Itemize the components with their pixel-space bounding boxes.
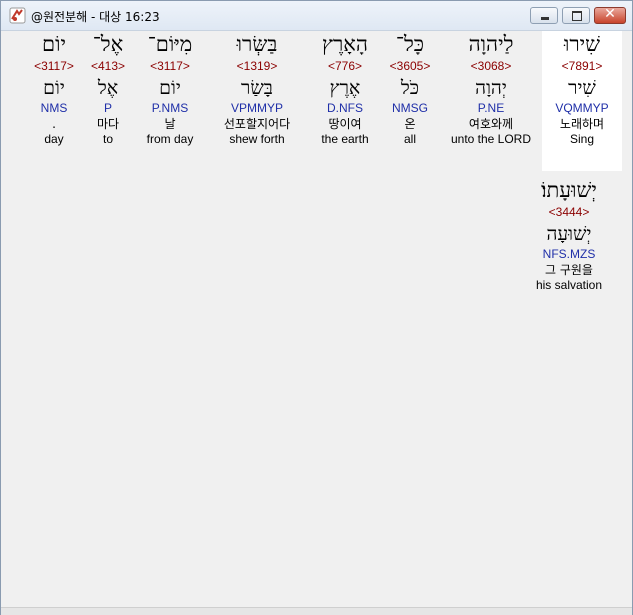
- lemma-word: בָּשַׂר: [241, 77, 273, 99]
- word-cell[interactable]: יוֹם <3117> יוֹם NMS . day: [30, 31, 78, 147]
- english-gloss: all: [403, 132, 416, 146]
- word-cell[interactable]: שִׁירוּ <7891> שִׁיר VQMMYP 노래하며 Sing: [542, 31, 622, 171]
- english-gloss: from day: [146, 132, 194, 146]
- english-gloss: to: [102, 132, 113, 146]
- morphology-code: NMSG: [392, 101, 428, 115]
- english-gloss: Sing: [569, 132, 595, 146]
- korean-gloss: 마다: [96, 117, 120, 131]
- morphology-code: VPMMYP: [230, 101, 283, 115]
- hebrew-word: מִיּוֹם־: [147, 32, 193, 56]
- korean-gloss: 여호와께: [468, 117, 514, 131]
- strong-number[interactable]: <1319>: [208, 59, 306, 77]
- english-gloss: his salvation: [535, 278, 603, 292]
- korean-gloss: 노래하며: [559, 117, 605, 131]
- word-cell[interactable]: אֶל־ <413> אֶל P 마다 to: [87, 31, 129, 147]
- english-gloss: shew forth: [229, 132, 285, 146]
- english-gloss: the earth: [321, 132, 369, 146]
- word-cell[interactable]: יְשׁוּעָתוֹ׃ <3444> יְשׁוּעָה NFS.MZS 그 …: [526, 177, 612, 293]
- maximize-button[interactable]: [562, 7, 590, 24]
- hebrew-word: אֶל־: [92, 32, 124, 56]
- morphology-code: P.NMS: [151, 101, 189, 115]
- strong-number[interactable]: <3605>: [382, 59, 438, 77]
- korean-gloss: .: [52, 117, 56, 131]
- korean-gloss: 그 구원을: [545, 263, 593, 277]
- window-bottom-border: [1, 607, 632, 615]
- hebrew-word: יוֹם: [42, 32, 66, 56]
- minimize-icon: [541, 17, 549, 20]
- title-bar[interactable]: @원전분해 - 대상 16:23 ✕: [1, 1, 632, 31]
- hebrew-word: שִׁירוּ: [563, 32, 601, 56]
- morphology-code: D.NFS: [327, 101, 363, 115]
- strong-number[interactable]: <3117>: [140, 59, 200, 77]
- app-icon: [9, 7, 26, 24]
- korean-gloss: 선포할지어다: [223, 117, 291, 131]
- korean-gloss: 땅이여: [328, 117, 362, 131]
- hebrew-word: כָּל־: [395, 32, 425, 56]
- word-cell[interactable]: מִיּוֹם־ <3117> יוֹם P.NMS 날 from day: [140, 31, 200, 147]
- hebrew-word: הָאָרֶץ: [322, 32, 368, 56]
- minimize-button[interactable]: [530, 7, 558, 24]
- app-window: @원전분해 - 대상 16:23 ✕ שִׁירוּ <7891> שִׁיר …: [0, 0, 633, 615]
- strong-number[interactable]: <3117>: [30, 59, 78, 77]
- morphology-code: P: [103, 101, 112, 115]
- lemma-word: יְשׁוּעָה: [546, 223, 592, 245]
- morphology-code: NFS.MZS: [542, 247, 596, 261]
- morphology-code: P.NE: [477, 101, 505, 115]
- lemma-word: יוֹם: [43, 77, 65, 99]
- close-icon: ✕: [604, 6, 616, 22]
- lemma-word: אֶרֶץ: [329, 77, 361, 99]
- word-cell[interactable]: כָּל־ <3605> כֹּל NMSG 온 all: [382, 31, 438, 147]
- lemma-word: יְהוָה: [475, 77, 507, 99]
- korean-gloss: 날: [164, 117, 176, 131]
- hebrew-word: יְשׁוּעָתוֹ׃: [541, 178, 597, 202]
- strong-number[interactable]: <413>: [87, 59, 129, 77]
- lemma-word: אֶל: [97, 77, 119, 99]
- lemma-word: יוֹם: [159, 77, 181, 99]
- word-cell[interactable]: הָאָרֶץ <776> אֶרֶץ D.NFS 땅이여 the earth: [311, 31, 379, 147]
- korean-gloss: 온: [404, 117, 416, 131]
- maximize-icon: [572, 11, 582, 21]
- strong-number[interactable]: <3068>: [442, 59, 540, 77]
- word-cell[interactable]: בַּשְּׂרוּ <1319> בָּשַׂר VPMMYP 선포할지어다 …: [208, 31, 306, 147]
- window-title: @원전분해 - 대상 16:23: [31, 10, 160, 24]
- strong-number[interactable]: <7891>: [542, 59, 622, 77]
- lemma-word: שִׁיר: [568, 77, 596, 99]
- morphology-code: NMS: [40, 101, 68, 115]
- close-button[interactable]: ✕: [594, 6, 626, 24]
- strong-number[interactable]: <3444>: [526, 205, 612, 223]
- hebrew-word: בַּשְּׂרוּ: [236, 32, 278, 56]
- lemma-word: כֹּל: [400, 77, 420, 99]
- strong-number[interactable]: <776>: [311, 59, 379, 77]
- english-gloss: day: [44, 132, 64, 146]
- word-cell[interactable]: לַיהוָה <3068> יְהוָה P.NE 여호와께 unto the…: [442, 31, 540, 147]
- english-gloss: unto the LORD: [450, 132, 532, 146]
- word-analysis-panel: שִׁירוּ <7891> שִׁיר VQMMYP 노래하며 Sing לַ…: [10, 31, 624, 607]
- morphology-code: VQMMYP: [555, 101, 609, 115]
- hebrew-word: לַיהוָה: [468, 32, 514, 56]
